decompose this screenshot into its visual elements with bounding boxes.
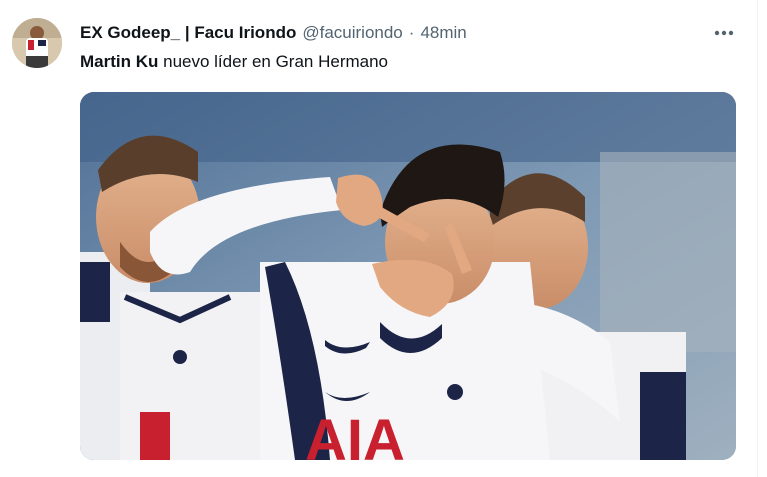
tweet-text: Martin Ku nuevo líder en Gran Hermano [80,50,388,74]
header-separator: · [408,23,415,42]
tweet-text-body: nuevo líder en Gran Hermano [158,52,389,71]
avatar[interactable] [12,18,62,68]
author-handle[interactable]: @facuiriondo [302,22,402,44]
timeline-divider [757,0,758,477]
more-horizontal-icon [714,30,734,36]
tweet-photo[interactable]: AIA [80,92,736,460]
author-display-name[interactable]: EX Godeep_ | Facu Iriondo [80,22,296,44]
user-avatar-icon [12,18,62,68]
jersey-sponsor-text: AIA [305,408,405,460]
tweet-timestamp[interactable]: 48min [420,22,466,44]
tweet-card[interactable]: EX Godeep_ | Facu Iriondo @facuiriondo ·… [0,0,767,477]
football-celebration-photo: AIA [80,92,736,460]
tweet-text-bold-name: Martin Ku [80,52,159,71]
more-options-button[interactable] [711,22,737,44]
tweet-header: EX Godeep_ | Facu Iriondo @facuiriondo ·… [80,22,467,44]
